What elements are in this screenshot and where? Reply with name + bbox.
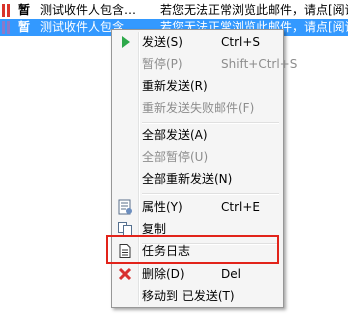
priority-flag-icon bbox=[2, 4, 5, 17]
mail-row[interactable]: 暂 测试收件人包含… 若您无法正常浏览此邮件，请点[阅读 bbox=[0, 2, 348, 19]
menu-item-delete[interactable]: 删除(D) Del bbox=[114, 263, 281, 285]
menu-item-resend-failed[interactable]: 重新发送失败邮件(F) bbox=[114, 97, 281, 119]
mail-subject: 测试收件人包含… bbox=[40, 3, 137, 17]
mail-preview: 若您无法正常浏览此邮件，请点[阅读 bbox=[160, 3, 348, 17]
menu-item-shortcut: Shift+Ctrl+S bbox=[221, 57, 298, 71]
menu-item-send-all[interactable]: 全部发送(A) bbox=[114, 124, 281, 146]
menu-item-shortcut: Ctrl+S bbox=[221, 35, 261, 49]
menu-item-resend-all[interactable]: 全部重新发送(N) bbox=[114, 168, 281, 190]
delete-x-icon bbox=[117, 266, 133, 282]
menu-item-shortcut: Ctrl+E bbox=[221, 200, 260, 214]
menu-item-send[interactable]: 发送(S) Ctrl+S bbox=[114, 31, 281, 53]
menu-item-label: 全部重新发送(N) bbox=[142, 172, 233, 186]
priority-flag-icon bbox=[2, 21, 5, 34]
menu-item-shortcut: Del bbox=[221, 267, 241, 281]
menu-item-label: 移动到 已发送(T) bbox=[142, 289, 235, 303]
mail-status: 暂 bbox=[18, 3, 31, 17]
properties-icon bbox=[117, 199, 133, 215]
menu-item-pause[interactable]: 暂停(P) Shift+Ctrl+S bbox=[114, 53, 297, 75]
menu-item-move-to-sent[interactable]: 移动到 已发送(T) bbox=[114, 285, 281, 307]
highlight-box bbox=[106, 235, 279, 264]
menu-item-resend[interactable]: 重新发送(R) bbox=[114, 75, 281, 97]
mail-status: 暂 bbox=[18, 20, 31, 34]
menu-separator bbox=[142, 193, 279, 195]
menu-item-label: 重新发送失败邮件(F) bbox=[142, 101, 255, 115]
menu-item-label: 重新发送(R) bbox=[142, 79, 208, 93]
menu-item-label: 发送(S) bbox=[142, 35, 183, 49]
menu-item-label: 属性(Y) bbox=[142, 200, 183, 214]
menu-item-properties[interactable]: 属性(Y) Ctrl+E bbox=[114, 196, 281, 218]
context-menu: 发送(S) Ctrl+S 暂停(P) Shift+Ctrl+S 重新发送(R) … bbox=[111, 29, 297, 308]
menu-item-pause-all[interactable]: 全部暂停(U) bbox=[114, 146, 281, 168]
priority-flag-icon bbox=[7, 4, 10, 17]
menu-item-label: 删除(D) bbox=[142, 267, 185, 281]
menu-item-label: 暂停(P) bbox=[142, 57, 183, 71]
play-arrow-icon bbox=[117, 34, 133, 50]
menu-item-label: 全部暂停(U) bbox=[142, 150, 209, 164]
priority-flag-icon bbox=[7, 21, 10, 34]
menu-item-label: 全部发送(A) bbox=[142, 128, 208, 142]
